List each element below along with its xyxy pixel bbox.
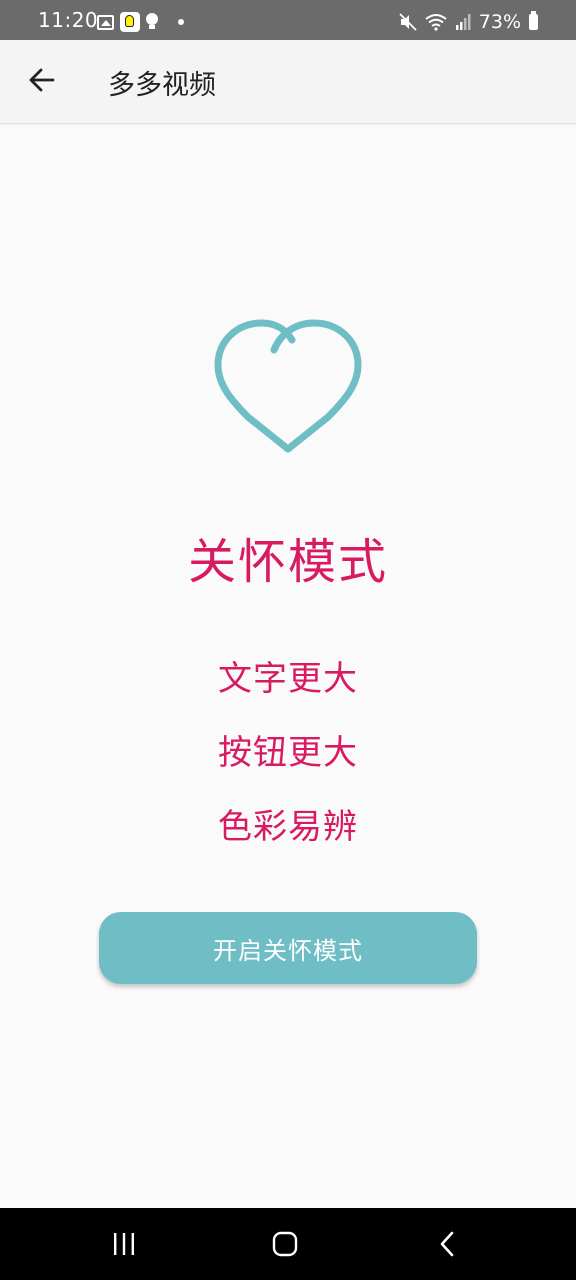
wifi-icon xyxy=(425,13,447,31)
signal-icon xyxy=(455,14,471,30)
nav-back-button[interactable] xyxy=(427,1226,467,1262)
back-icon xyxy=(440,1231,454,1257)
battery-icon xyxy=(529,11,538,30)
feature-larger-text: 文字更大 xyxy=(218,659,358,699)
notification-icons xyxy=(97,12,184,32)
feature-distinct-colors: 色彩易辨 xyxy=(218,807,358,847)
back-button[interactable] xyxy=(22,60,62,100)
page-title: 多多视频 xyxy=(108,70,216,101)
feature-larger-buttons: 按钮更大 xyxy=(218,733,358,773)
recent-apps-button[interactable] xyxy=(104,1226,144,1262)
battery-percent: 73% xyxy=(478,11,521,33)
status-time: 11:20 xyxy=(38,8,99,32)
status-bar: 11:20 73% xyxy=(0,0,576,40)
home-icon xyxy=(272,1231,298,1257)
bulb-icon xyxy=(146,13,158,31)
image-icon xyxy=(97,14,114,30)
navigation-bar xyxy=(0,1208,576,1280)
arrow-left-icon xyxy=(29,68,55,92)
system-icons: 73% xyxy=(399,10,538,34)
home-button[interactable] xyxy=(265,1226,305,1262)
screen: 11:20 73% 多多视频 关怀模式 文字更大 按钮更大 色彩易辨 开启关怀模… xyxy=(0,0,576,1280)
snapchat-icon xyxy=(120,12,140,32)
dot-icon xyxy=(178,19,184,25)
mode-title: 关怀模式 xyxy=(187,534,388,590)
app-bar: 多多视频 xyxy=(0,40,576,124)
recent-apps-icon xyxy=(114,1233,134,1255)
enable-care-mode-button[interactable]: 开启关怀模式 xyxy=(99,912,477,984)
mute-icon xyxy=(399,13,417,31)
heart-icon xyxy=(214,319,362,453)
